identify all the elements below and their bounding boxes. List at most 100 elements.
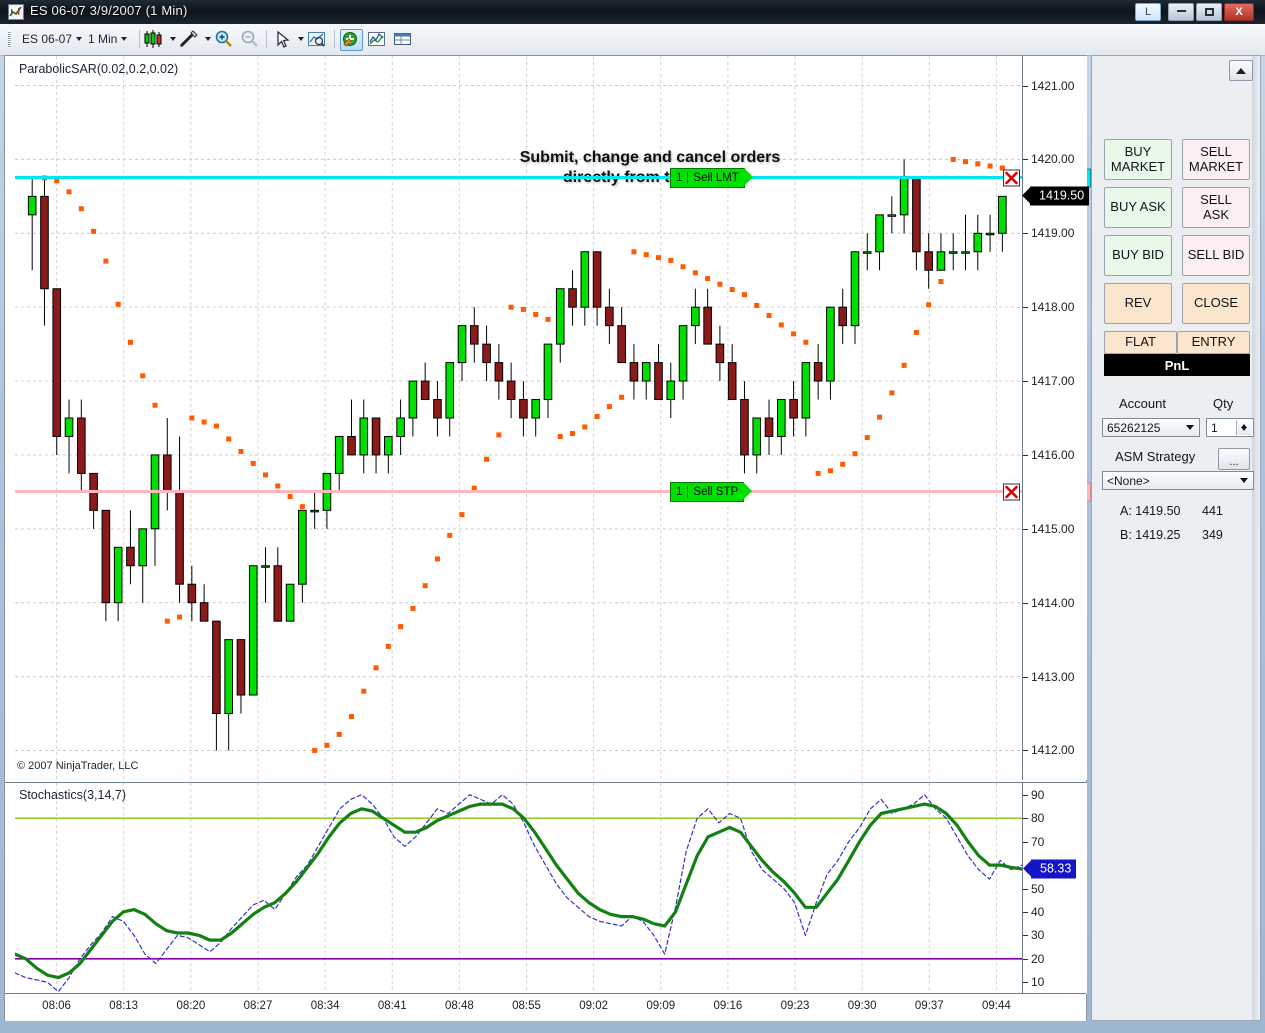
stochastics-panel[interactable]: Stochastics(3,14,7) 908070504030201058.3… (5, 782, 1086, 994)
interval-selector[interactable]: 1 Min (88, 28, 127, 50)
price-axis-label: 1418.00 (1031, 300, 1074, 314)
time-axis-label: 09:09 (646, 1000, 675, 1012)
last-price-value: 1419.50 (1039, 189, 1084, 203)
price-axis-label: 1417.00 (1031, 374, 1074, 388)
layout-button-label: L (1136, 4, 1160, 20)
chart-frame: ParabolicSAR(0.02,0.2,0.02) Submit, chan… (4, 55, 1087, 1021)
price-axis-label: 1416.00 (1031, 448, 1074, 462)
chevron-down-icon (1182, 420, 1198, 435)
sell-market-button[interactable]: SELL MARKET (1182, 139, 1250, 180)
stochastics-axis-tick (1023, 959, 1028, 960)
price-axis-tick (1023, 677, 1028, 678)
qty-input[interactable]: 1 (1206, 418, 1254, 437)
interval-label: 1 Min (88, 32, 117, 46)
zoom-in-icon[interactable] (213, 29, 234, 49)
stochastics-plot-area[interactable] (15, 783, 1022, 994)
chart-icon (8, 4, 24, 20)
indicator-icon[interactable] (366, 29, 387, 49)
sell-ask-button[interactable]: SELL ASK (1182, 187, 1250, 228)
close-button[interactable]: X (1224, 3, 1254, 21)
stochastics-axis-label: 70 (1031, 835, 1044, 849)
title-bar: ES 06-07 3/9/2007 (1 Min) L X (0, 0, 1265, 25)
layout-button[interactable]: L (1135, 3, 1161, 21)
collapse-panel-button[interactable] (1229, 60, 1253, 81)
ask-price: A: 1419.50 (1120, 504, 1180, 518)
maximize-button[interactable] (1196, 3, 1222, 21)
account-dropdown[interactable]: 65262125 (1102, 418, 1200, 437)
time-axis-label: 09:37 (915, 1000, 944, 1012)
order-price-line[interactable] (15, 176, 1022, 179)
stochastics-axis[interactable]: 908070504030201058.33 (1022, 783, 1087, 994)
stochastics-axis-tick (1023, 912, 1028, 913)
chevron-down-icon (1236, 473, 1252, 488)
close-position-button[interactable]: CLOSE (1182, 283, 1250, 324)
stochastics-axis-label: 80 (1031, 811, 1044, 825)
account-label: Account (1119, 396, 1166, 411)
candlestick-style-dropdown[interactable] (166, 28, 174, 50)
stochastics-axis-tick (1023, 982, 1028, 983)
cursor-dropdown[interactable] (294, 28, 302, 50)
qty-value: 1 (1211, 421, 1218, 435)
drawing-tools-dropdown[interactable] (201, 28, 209, 50)
time-axis-label: 08:41 (378, 1000, 407, 1012)
properties-grid-icon[interactable] (392, 29, 413, 49)
strategy-browse-button[interactable]: ... (1218, 448, 1250, 470)
price-axis[interactable]: 1421.00 1420.00 1419.00 1418.00 1417.00 1416.… (1022, 56, 1087, 780)
minimize-icon (1169, 4, 1193, 20)
order-tag[interactable]: 1Sell STP (670, 482, 744, 502)
cancel-order-button[interactable] (1003, 483, 1020, 500)
order-type: Sell LMT (688, 172, 743, 184)
time-axis-label: 09:30 (848, 1000, 877, 1012)
time-axis-label: 08:48 (445, 1000, 474, 1012)
time-axis-label: 08:13 (109, 1000, 138, 1012)
flat-button[interactable]: FLAT (1104, 331, 1177, 354)
price-axis-tick (1023, 750, 1028, 751)
time-axis: 08:0608:1308:2008:2708:3408:4108:4808:55… (5, 993, 1086, 1021)
price-axis-label: 1413.00 (1031, 670, 1074, 684)
stochastics-axis-tick (1023, 889, 1028, 890)
annotation-line: Submit, change and cancel orders (435, 148, 865, 168)
maximize-icon (1197, 4, 1221, 20)
zoom-out-icon[interactable] (239, 29, 260, 49)
buy-market-button[interactable]: BUY MARKET (1104, 139, 1172, 180)
toolbar-divider (139, 30, 140, 48)
reverse-button[interactable]: REV (1104, 283, 1172, 324)
order-entry-icon[interactable] (340, 29, 363, 51)
stochastics-axis-label: 50 (1031, 882, 1044, 896)
stochastics-value: 58.33 (1040, 861, 1071, 875)
order-price-line[interactable] (15, 490, 1022, 493)
close-icon: X (1225, 4, 1253, 20)
minimize-button[interactable] (1168, 3, 1194, 21)
price-axis-label: 1420.00 (1031, 152, 1074, 166)
panel-scrollbar[interactable] (1252, 56, 1260, 1020)
candlestick-style-icon[interactable] (143, 29, 164, 49)
qty-stepper[interactable] (1236, 420, 1252, 435)
drawing-tools-icon[interactable] (178, 29, 199, 49)
order-entry-panel: BUY MARKET SELL MARKET BUY ASK SELL ASK … (1091, 55, 1261, 1021)
order-type: Sell STP (688, 486, 743, 498)
price-tag-arrow (1023, 859, 1032, 877)
instrument-label: ES 06-07 (22, 32, 72, 46)
order-tag[interactable]: 1Sell LMT (670, 168, 745, 188)
buy-bid-button[interactable]: BUY BID (1104, 235, 1172, 276)
strategy-dropdown[interactable]: <None> (1102, 471, 1254, 490)
stochastics-axis-label: 90 (1031, 788, 1044, 802)
pnl-display: PnL (1104, 354, 1250, 376)
price-axis-label: 1419.00 (1031, 226, 1074, 240)
entry-button[interactable]: ENTRY (1177, 331, 1250, 354)
price-axis-tick (1023, 86, 1028, 87)
time-axis-label: 09:44 (982, 1000, 1011, 1012)
price-axis-label: 1421.00 (1031, 79, 1074, 93)
price-axis-tick (1023, 381, 1028, 382)
price-axis-label: 1414.00 (1031, 596, 1074, 610)
instrument-selector[interactable]: ES 06-07 (22, 28, 82, 50)
stochastics-axis-tick (1023, 818, 1028, 819)
cursor-pointer-icon[interactable] (272, 29, 293, 49)
order-tag-arrow (744, 168, 753, 186)
cancel-order-button[interactable] (1003, 169, 1020, 186)
sell-bid-button[interactable]: SELL BID (1182, 235, 1250, 276)
data-box-icon[interactable] (306, 29, 327, 49)
price-panel[interactable]: ParabolicSAR(0.02,0.2,0.02) Submit, chan… (5, 56, 1086, 780)
buy-ask-button[interactable]: BUY ASK (1104, 187, 1172, 228)
toolbar-grip[interactable] (8, 31, 11, 48)
